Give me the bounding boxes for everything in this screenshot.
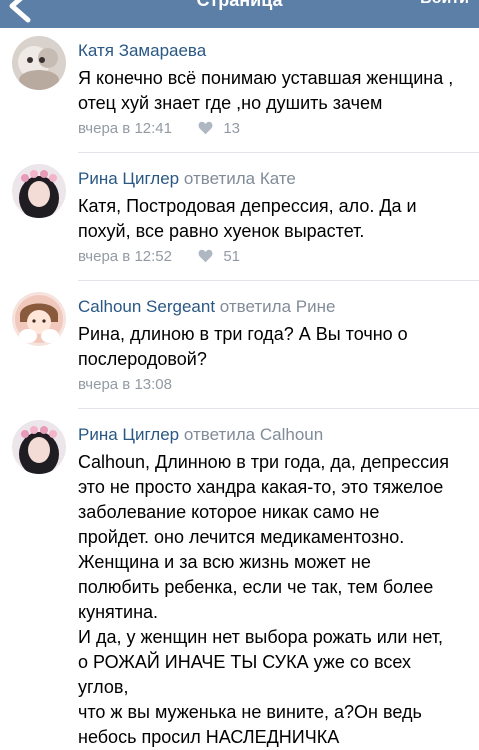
comment-meta: вчера в 12:41 13 xyxy=(78,120,240,137)
page-title: Страница xyxy=(196,0,283,10)
comment-meta: вчера в 13:08 xyxy=(78,376,172,393)
comment-author[interactable]: Рина Циглер xyxy=(78,425,179,444)
comment-author[interactable]: Рина Циглер xyxy=(78,169,179,188)
comment-time: вчера в 13:08 xyxy=(78,376,172,393)
comment-text: Calhoun, Длинною в три года, да, депресс… xyxy=(78,452,449,747)
like-count: 13 xyxy=(223,120,241,137)
avatar[interactable] xyxy=(12,420,66,474)
comment-time: вчера в 12:52 xyxy=(78,248,172,265)
comment-meta: вчера в 12:52 51 xyxy=(78,248,240,265)
comment-author[interactable]: Calhoun Sergeant xyxy=(78,297,215,316)
divider xyxy=(78,152,479,153)
avatar[interactable] xyxy=(12,36,66,90)
comment-time: вчера в 12:41 xyxy=(78,120,172,137)
comment-text: Рина, длиною в три года? А Вы точно о по… xyxy=(78,324,408,369)
reply-to[interactable]: ответила Кате xyxy=(184,169,296,188)
reply-to[interactable]: ответила Рине xyxy=(220,297,336,316)
heart-icon[interactable] xyxy=(198,121,213,135)
like-count: 51 xyxy=(223,248,241,265)
comment-author[interactable]: Катя Замараева xyxy=(78,41,206,60)
avatar[interactable] xyxy=(12,164,66,218)
avatar[interactable] xyxy=(12,292,66,346)
reply-to[interactable]: ответила Calhoun xyxy=(184,425,323,444)
comment-text: Я конечно всё понимаю уставшая женщина ,… xyxy=(78,68,454,113)
divider xyxy=(78,280,479,281)
divider xyxy=(78,408,479,409)
comment-text: Катя, Постродовая депрессия, ало. Да и п… xyxy=(78,196,417,241)
top-bar: Страница Войти xyxy=(0,0,479,28)
heart-icon[interactable] xyxy=(198,249,213,263)
login-button[interactable]: Войти xyxy=(420,0,469,8)
